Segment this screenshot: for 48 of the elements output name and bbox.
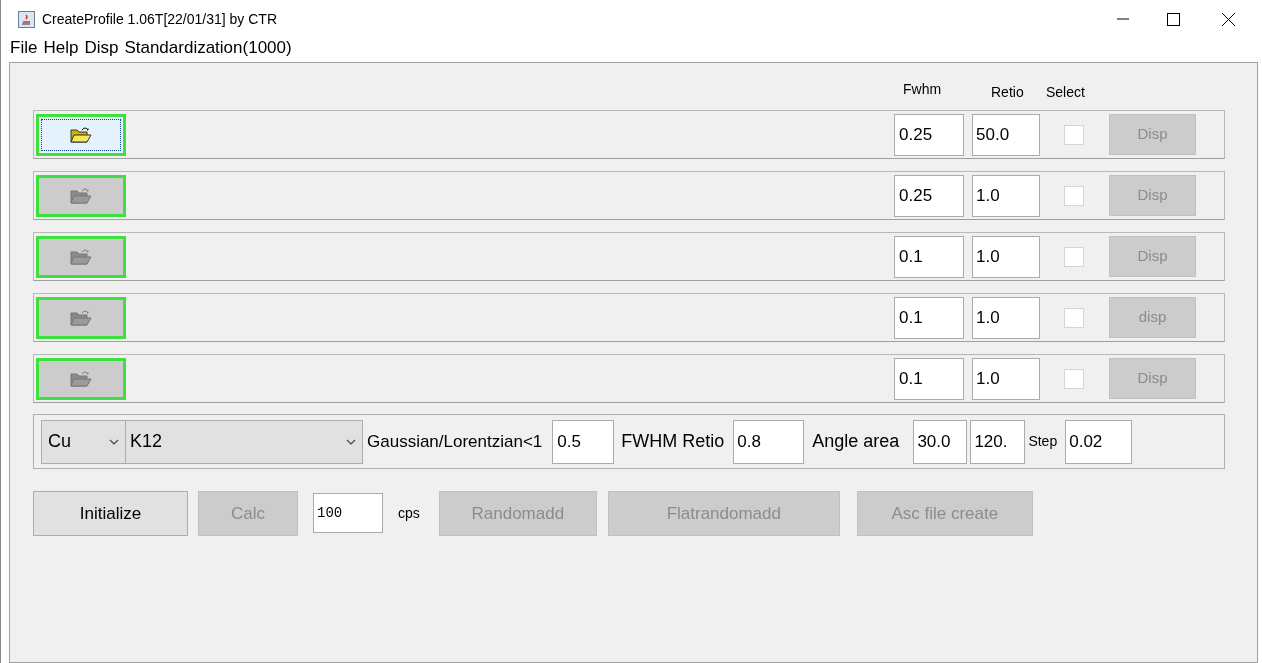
fwhm-ratio-label: FWHM Retio <box>621 430 725 453</box>
select-checkbox[interactable] <box>1064 185 1084 206</box>
open-file-button[interactable] <box>36 113 126 156</box>
element-dropdown[interactable]: Cu <box>41 419 126 464</box>
caret-icon <box>346 438 356 445</box>
maximize-icon[interactable] <box>1167 12 1180 26</box>
fwhm-field[interactable]: 0.1 <box>894 235 964 278</box>
angle-start-field[interactable]: 30.0 <box>913 419 968 464</box>
retio-field[interactable]: 1.0 <box>972 174 1040 217</box>
angle-area-label: Angle area <box>812 430 900 453</box>
close-icon[interactable] <box>1222 12 1235 26</box>
menu-item[interactable]: Disp <box>84 35 119 61</box>
column-header: Select <box>1046 83 1085 102</box>
menu-item[interactable]: Help <box>43 35 79 61</box>
fwhm-field[interactable]: 0.25 <box>894 113 964 156</box>
retio-field[interactable]: 1.0 <box>972 357 1040 400</box>
ratio-label: Gaussian/Lorentzian<1 <box>367 430 543 453</box>
step-field[interactable]: 0.02 <box>1065 419 1133 464</box>
action-button[interactable]: Initialize <box>33 491 188 536</box>
app-icon <box>18 10 35 28</box>
select-checkbox[interactable] <box>1064 368 1084 389</box>
select-checkbox[interactable] <box>1064 246 1084 267</box>
caret-icon <box>109 438 119 445</box>
column-header: Retio <box>991 83 1024 102</box>
folder-icon <box>70 186 92 205</box>
cps-label: cps <box>398 504 420 523</box>
fwhm-field[interactable]: 0.1 <box>894 296 964 339</box>
menu-item[interactable]: File <box>10 35 38 61</box>
window-title: CreateProfile 1.06T[22/01/31] by CTR <box>42 9 277 29</box>
retio-field[interactable]: 1.0 <box>972 235 1040 278</box>
cps-field[interactable]: 100 <box>313 493 383 533</box>
step-label: Step <box>1028 432 1058 451</box>
folder-icon <box>70 125 92 144</box>
column-header: Fwhm <box>903 80 942 99</box>
folder-icon <box>70 247 92 266</box>
retio-field[interactable]: 1.0 <box>972 296 1040 339</box>
menu-item[interactable]: Standardization(1000) <box>124 35 292 61</box>
fwhm-field[interactable]: 0.1 <box>894 357 964 400</box>
folder-icon <box>70 308 92 327</box>
ratio-field[interactable]: 0.5 <box>552 419 615 464</box>
fwhm-field[interactable]: 0.25 <box>894 174 964 217</box>
retio-field[interactable]: 50.0 <box>972 113 1040 156</box>
select-checkbox[interactable] <box>1064 307 1084 328</box>
angle-end-field[interactable]: 120. <box>970 419 1026 464</box>
line-dropdown[interactable]: K12 <box>126 419 363 464</box>
folder-icon <box>70 369 92 388</box>
select-checkbox[interactable] <box>1064 124 1084 145</box>
fwhm-ratio-field[interactable]: 0.8 <box>733 419 805 464</box>
